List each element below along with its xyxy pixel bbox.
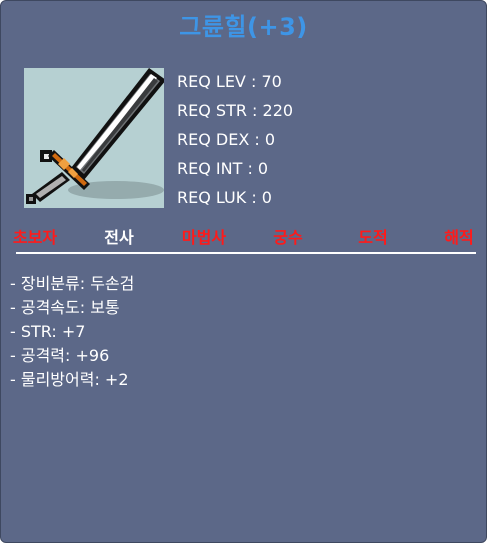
item-tooltip: 그륜힐(+3) REQ LEV : 70 REQ STR: 220 REQ D… bbox=[0, 0, 487, 543]
job-beginner: 초보자 bbox=[12, 228, 58, 247]
job-warrior: 전사 bbox=[104, 228, 134, 247]
req-int: REQ INT : 0 bbox=[177, 159, 269, 178]
stat-defense: - 물리방어력: +2 bbox=[10, 370, 129, 389]
two-handed-sword-icon bbox=[26, 68, 164, 204]
item-icon-frame bbox=[24, 68, 164, 208]
divider bbox=[16, 252, 476, 254]
item-name: 그륜힐(+3) bbox=[179, 13, 308, 41]
stat-category: - 장비분류: 두손검 bbox=[10, 274, 135, 293]
job-thief: 도적 bbox=[358, 228, 388, 247]
req-dex: REQ DEX : 0 bbox=[177, 130, 276, 149]
job-restrictions: 초보자 전사 마법사 궁수 도적 해적 bbox=[1, 224, 486, 247]
stats-list: - 장비분류: 두손검 - 공격속도: 보통 - STR: +7 - 공격력: … bbox=[10, 273, 134, 393]
requirements-list: REQ LEV : 70 REQ STR : 220 REQ DEX : 0 R… bbox=[177, 71, 293, 216]
stat-attack-speed: - 공격속도: 보통 bbox=[10, 298, 120, 317]
req-str: REQ STR : 220 bbox=[177, 101, 294, 120]
req-luk: REQ LUK : 0 bbox=[177, 188, 272, 207]
job-bowman: 궁수 bbox=[273, 228, 303, 247]
job-pirate: 해적 bbox=[444, 228, 474, 247]
job-magician: 마법사 bbox=[181, 228, 227, 247]
req-level: REQ LEV : 70 bbox=[177, 72, 282, 91]
stat-attack: - 공격력: +96 bbox=[10, 346, 110, 365]
stat-str: - STR: +7 bbox=[10, 322, 86, 341]
